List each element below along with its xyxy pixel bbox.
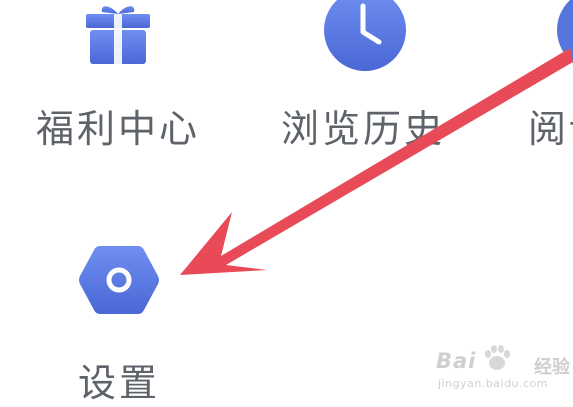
gear-hexagon-icon	[78, 242, 160, 318]
gift-icon	[84, 0, 152, 66]
grid-item-label-settings: 设置	[78, 361, 161, 405]
book-icon	[556, 0, 573, 72]
grid-item-reading[interactable]: 阅读	[520, 0, 573, 170]
app-grid-screen: 福利中心 浏览历史 阅读	[0, 0, 573, 407]
grid-item-settings[interactable]: 设置	[0, 220, 240, 407]
watermark-url: jingyan.baidu.com	[438, 377, 549, 390]
paw-icon	[482, 343, 512, 377]
watermark: Bai 经验 jingyan.baidu.com	[430, 345, 570, 400]
grid-item-label-history: 浏览历史	[281, 107, 446, 151]
grid-item-label-welfare: 福利中心	[36, 107, 201, 151]
grid-item-history[interactable]: 浏览历史	[260, 0, 500, 170]
watermark-brand-cn: 经验	[534, 357, 570, 378]
watermark-brand: Bai	[436, 349, 477, 373]
clock-icon	[323, 0, 407, 72]
grid-item-welfare[interactable]: 福利中心	[0, 0, 240, 170]
grid-item-label-reading: 阅读	[528, 107, 573, 151]
